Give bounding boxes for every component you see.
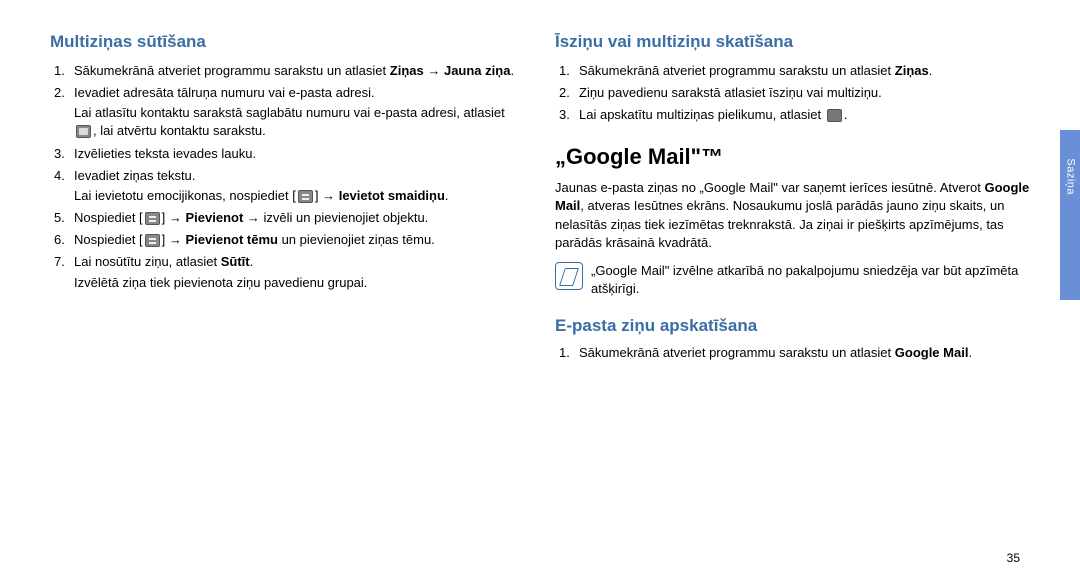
- list-item: 4. Ievadiet ziņas tekstu. Lai ievietotu …: [50, 167, 525, 205]
- note-icon: [555, 262, 583, 290]
- attachment-icon: [827, 109, 842, 122]
- heading-epasta: E-pasta ziņu apskatīšana: [555, 314, 1030, 338]
- tail: .: [844, 107, 848, 122]
- item-text: Sākumekrānā atveriet programmu sarakstu …: [579, 345, 895, 360]
- note-text: „Google Mail" izvēlne atkarībā no pakalp…: [591, 262, 1030, 298]
- item-number: 2.: [559, 84, 570, 102]
- left-list: 1. Sākumekrānā atveriet programmu saraks…: [50, 62, 525, 292]
- item-number: 1.: [559, 62, 570, 80]
- side-tab-label: Saziņa: [1063, 158, 1078, 195]
- list-item: 2. Ievadiet adresāta tālruņa numuru vai …: [50, 84, 525, 141]
- menu-icon: [145, 212, 160, 225]
- tail: .: [929, 63, 933, 78]
- sub-text: Lai atlasītu kontaktu sarakstā saglabātu…: [74, 104, 525, 140]
- after-icon: ] →: [162, 210, 186, 225]
- right-list-1: 1. Sākumekrānā atveriet programmu saraks…: [555, 62, 1030, 125]
- list-item: 1. Sākumekrānā atveriet programmu saraks…: [555, 62, 1030, 80]
- item-number: 1.: [54, 62, 65, 80]
- list-item: 1. Sākumekrānā atveriet programmu saraks…: [555, 344, 1030, 362]
- bold-text: Sūtīt: [221, 254, 250, 269]
- menu-icon: [145, 234, 160, 247]
- item-text: Ziņu pavedienu sarakstā atlasiet īsziņu …: [579, 85, 882, 100]
- bold-text: Jauna ziņa: [444, 63, 510, 78]
- gmail-paragraph: Jaunas e-pasta ziņas no „Google Mail" va…: [555, 179, 1030, 252]
- item-text: Sākumekrānā atveriet programmu sarakstu …: [579, 63, 895, 78]
- page-content: Multiziņas sūtīšana 1. Sākumekrānā atver…: [0, 0, 1080, 386]
- para-text: , atveras Iesūtnes ekrāns. Nosaukumu jos…: [555, 198, 1004, 249]
- item-number: 6.: [54, 231, 65, 249]
- item-text: Izvēlieties teksta ievades lauku.: [74, 146, 256, 161]
- list-item: 2. Ziņu pavedienu sarakstā atlasiet īszi…: [555, 84, 1030, 102]
- mid-text: un pievienojiet ziņas tēmu.: [278, 232, 435, 247]
- tail: .: [510, 63, 514, 78]
- item-text: Nospiediet [: [74, 210, 143, 225]
- mid-text: → izvēli un pievienojiet objektu.: [243, 210, 428, 225]
- right-list-2: 1. Sākumekrānā atveriet programmu saraks…: [555, 344, 1030, 362]
- bold-text: Ziņas: [390, 63, 424, 78]
- arrow: →: [424, 63, 444, 78]
- tail: .: [968, 345, 972, 360]
- left-column: Multiziņas sūtīšana 1. Sākumekrānā atver…: [50, 30, 525, 366]
- sub-part: Lai ievietotu emocijikonas, nospiediet [: [74, 188, 296, 203]
- heading-multizinas: Multiziņas sūtīšana: [50, 30, 525, 54]
- bold-text: Google Mail: [895, 345, 969, 360]
- sub-text: Izvēlētā ziņa tiek pievienota ziņu paved…: [74, 274, 525, 292]
- right-column: Īsziņu vai multiziņu skatīšana 1. Sākume…: [555, 30, 1030, 366]
- tail: .: [250, 254, 254, 269]
- item-text: Lai nosūtītu ziņu, atlasiet: [74, 254, 221, 269]
- item-number: 4.: [54, 167, 65, 185]
- list-item: 3. Izvēlieties teksta ievades lauku.: [50, 145, 525, 163]
- heading-iszinu: Īsziņu vai multiziņu skatīšana: [555, 30, 1030, 54]
- bold-text: Ziņas: [895, 63, 929, 78]
- list-item: 5. Nospiediet [ ] → Pievienot → izvēli un…: [50, 209, 525, 227]
- after-icon: ] →: [162, 232, 186, 247]
- list-item: 7. Lai nosūtītu ziņu, atlasiet Sūtīt. Iz…: [50, 253, 525, 291]
- item-text: Sākumekrānā atveriet programmu sarakstu …: [74, 63, 390, 78]
- page-number: 35: [1007, 550, 1020, 567]
- sub-part: ] →: [315, 188, 339, 203]
- item-number: 3.: [559, 106, 570, 124]
- list-item: 6. Nospiediet [ ] → Pievienot tēmu un pie…: [50, 231, 525, 249]
- list-item: 3. Lai apskatītu multiziņas pielikumu, a…: [555, 106, 1030, 124]
- sub-part: Lai atlasītu kontaktu sarakstā saglabātu…: [74, 105, 505, 120]
- item-number: 3.: [54, 145, 65, 163]
- item-text: Nospiediet [: [74, 232, 143, 247]
- heading-google-mail: „Google Mail"™: [555, 142, 1030, 173]
- item-number: 5.: [54, 209, 65, 227]
- contacts-icon: [76, 125, 91, 138]
- note-block: „Google Mail" izvēlne atkarībā no pakalp…: [555, 260, 1030, 300]
- item-number: 2.: [54, 84, 65, 102]
- bold-text: Ievietot smaidiņu: [339, 188, 445, 203]
- item-number: 7.: [54, 253, 65, 271]
- item-number: 1.: [559, 344, 570, 362]
- item-text: Ievadiet ziņas tekstu.: [74, 168, 195, 183]
- side-tab: [1060, 130, 1080, 300]
- sub-part: , lai atvērtu kontaktu sarakstu.: [93, 123, 266, 138]
- item-text: Ievadiet adresāta tālruņa numuru vai e-p…: [74, 85, 375, 100]
- menu-icon: [298, 190, 313, 203]
- item-text: Lai apskatītu multiziņas pielikumu, atla…: [579, 107, 825, 122]
- list-item: 1. Sākumekrānā atveriet programmu saraks…: [50, 62, 525, 80]
- sub-text: Lai ievietotu emocijikonas, nospiediet […: [74, 187, 525, 205]
- para-text: Jaunas e-pasta ziņas no „Google Mail" va…: [555, 180, 985, 195]
- bold-text: Pievienot tēmu: [186, 232, 278, 247]
- bold-text: Pievienot: [186, 210, 244, 225]
- tail: .: [445, 188, 449, 203]
